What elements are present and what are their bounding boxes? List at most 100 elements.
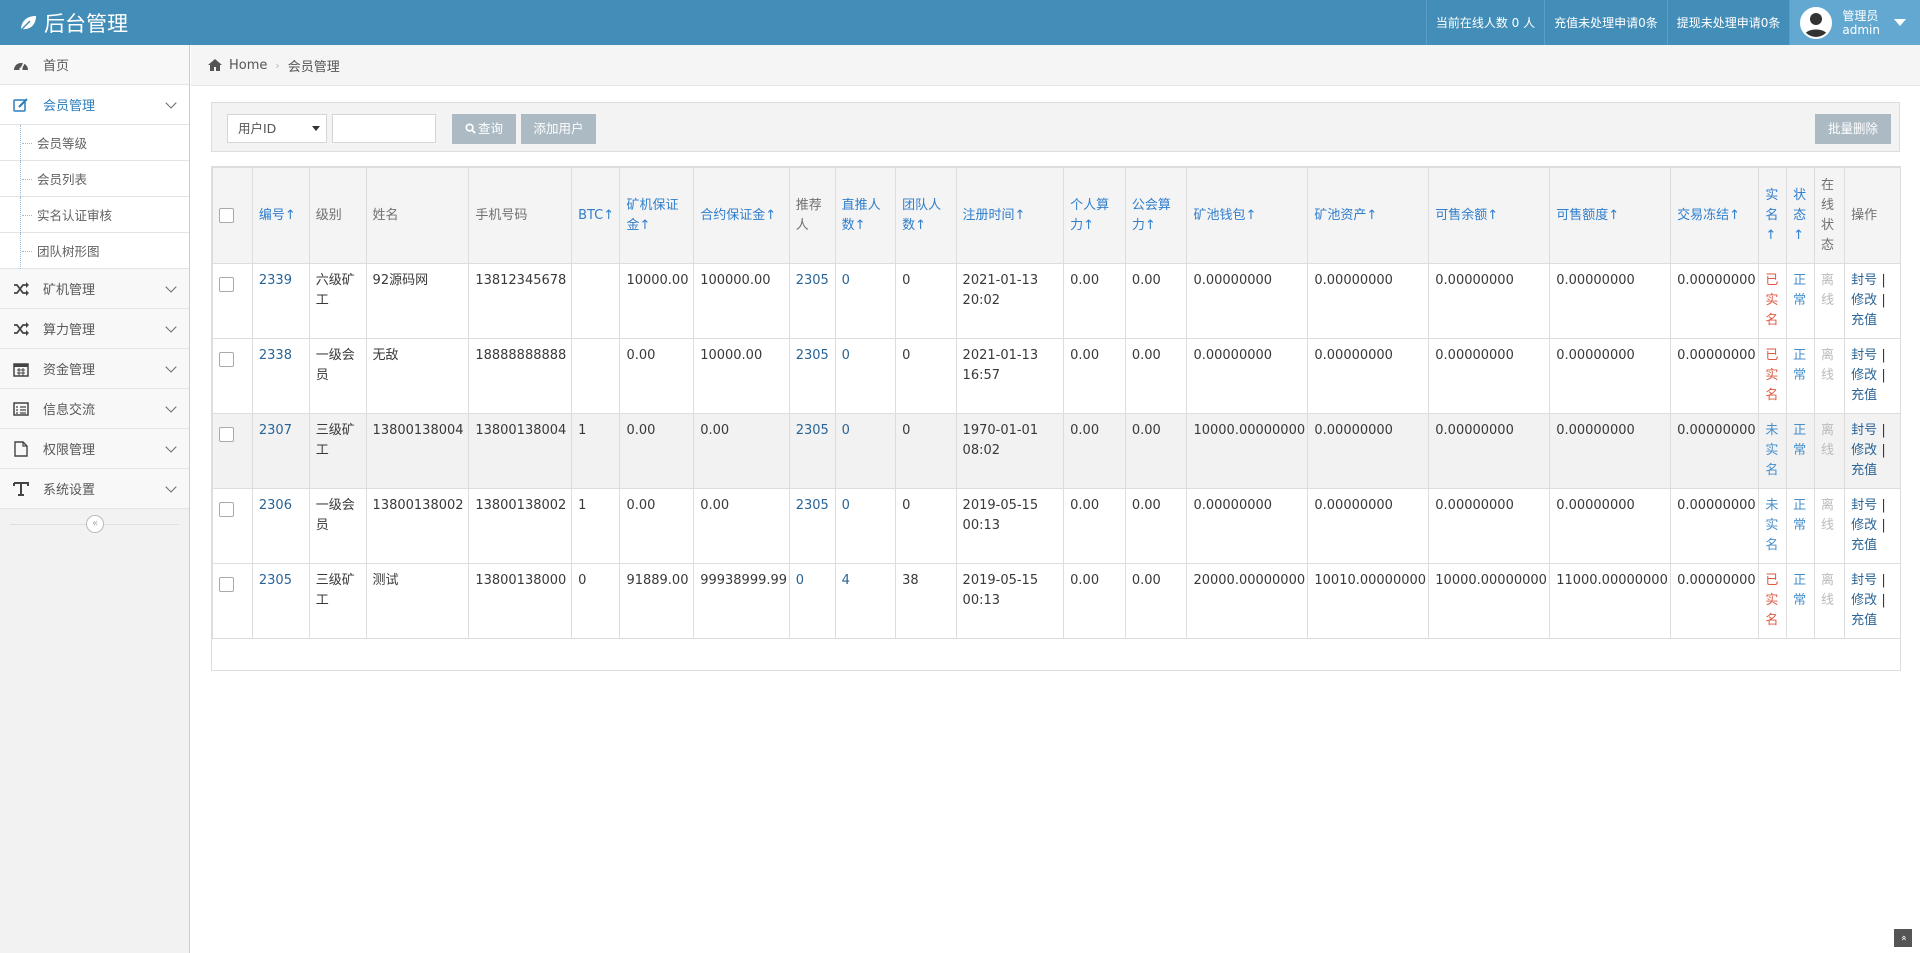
edit-link[interactable]: 修改 [1851,368,1877,383]
row-sellable-quota-cell: 0.00000000 [1549,263,1672,339]
search-input[interactable] [332,114,436,143]
ban-link[interactable]: 封号 [1851,348,1877,363]
ban-link[interactable]: 封号 [1851,573,1877,588]
sidebar-item-hashpower[interactable]: 算力管理 [0,309,189,349]
row-phone-cell: 13800138000 [468,563,573,639]
recharge-pending-stat[interactable]: 充值未处理申请0条 [1544,0,1667,45]
row-referrer-link[interactable]: 2305 [796,273,829,288]
ban-link[interactable]: 封号 [1851,423,1877,438]
row-id-link[interactable]: 2306 [259,498,292,513]
row-id-link[interactable]: 2339 [259,273,292,288]
search-field-select[interactable]: 用户ID [227,114,327,143]
row-level-cell: 三级矿工 [308,413,367,489]
col-header-contract-deposit[interactable]: 合约保证金↑ [693,167,790,264]
col-header-team[interactable]: 团队人数↑ [895,167,957,264]
online-users-stat[interactable]: 当前在线人数 0 人 [1425,0,1544,45]
sidebar-item-permissions[interactable]: 权限管理 [0,429,189,469]
query-button[interactable]: 查询 [452,114,516,144]
edit-link[interactable]: 修改 [1851,593,1877,608]
col-header-btc[interactable]: BTC↑ [571,167,621,264]
row-phone: 18888888888 [475,348,567,363]
sidebar-subitem-member-level[interactable]: 会员等级 [0,125,189,161]
user-menu[interactable]: 管理员 admin [1789,0,1920,45]
row-realname-cell: 已实名 [1758,263,1788,339]
sidebar-item-funds[interactable]: 资金管理 [0,349,189,389]
row-level: 三级矿工 [315,423,355,458]
action-separator: | [1881,368,1886,383]
edit-link[interactable]: 修改 [1851,443,1877,458]
row-name: 13800138004 [372,423,464,438]
row-direct-link[interactable]: 0 [842,348,850,363]
col-header-reg-time[interactable]: 注册时间↑ [955,167,1065,264]
ban-link[interactable]: 封号 [1851,273,1877,288]
col-header-miner-deposit[interactable]: 矿机保证金↑ [619,167,695,264]
row-sellable-quota-cell: 0.00000000 [1549,413,1672,489]
row-status-cell: 正常 [1786,488,1815,564]
row-id-link[interactable]: 2307 [259,423,292,438]
row-direct-link[interactable]: 0 [842,273,850,288]
col-header-direct[interactable]: 直推人数↑ [834,167,897,264]
row-referrer-link[interactable]: 2305 [796,498,829,513]
row-personal-power: 0.00 [1070,573,1100,588]
row-pool-wallet: 0.00000000 [1193,348,1273,363]
row-checkbox[interactable] [219,352,234,367]
col-header-pool-wallet[interactable]: 矿池钱包↑ [1186,167,1309,264]
col-header-sellable-balance[interactable]: 可售余额↑ [1428,167,1551,264]
recharge-link[interactable]: 充值 [1851,463,1877,478]
col-header-pool-assets[interactable]: 矿池资产↑ [1307,167,1430,264]
row-referrer-link[interactable]: 2305 [796,423,829,438]
sidebar-subitem-member-list[interactable]: 会员列表 [0,161,189,197]
col-header-personal-power[interactable]: 个人算力↑ [1063,167,1126,264]
breadcrumb-home-link[interactable]: Home [229,58,267,73]
table-row: 2339 六级矿工 92源码网 13812345678 10000.00 100000.0… [212,263,1901,339]
sidebar-item-label: 资金管理 [43,363,96,378]
row-guild-power: 0.00 [1131,498,1161,513]
row-id-link[interactable]: 2338 [259,348,292,363]
row-personal-power-cell: 0.00 [1063,263,1126,339]
row-checkbox[interactable] [219,502,234,517]
add-user-button[interactable]: 添加用户 [521,114,596,144]
row-sellable-balance: 10000.00000000 [1435,573,1547,588]
recharge-link[interactable]: 充值 [1851,313,1877,328]
row-checkbox[interactable] [219,577,234,592]
select-all-checkbox[interactable] [219,208,234,223]
sidebar-item-messages[interactable]: 信息交流 [0,389,189,429]
action-separator: | [1881,423,1886,438]
col-header-guild-power[interactable]: 公会算力↑ [1124,167,1188,264]
row-referrer-link-cell: 2305 [788,488,836,564]
brand[interactable]: 后台管理 [18,0,128,45]
sidebar-subitem-realname-review[interactable]: 实名认证审核 [0,197,189,233]
edit-link[interactable]: 修改 [1851,518,1877,533]
sidebar-item-settings[interactable]: 系统设置 [0,469,189,509]
row-checkbox[interactable] [219,277,234,292]
row-direct-link[interactable]: 0 [842,423,850,438]
double-chevron-left-icon[interactable]: « [86,515,104,533]
withdraw-pending-stat[interactable]: 提现未处理申请0条 [1666,0,1790,45]
batch-delete-button[interactable]: 批量删除 [1815,114,1891,144]
col-header-sellable-quota[interactable]: 可售额度↑ [1549,167,1672,264]
row-id-link[interactable]: 2305 [259,573,292,588]
row-direct-link[interactable]: 4 [842,573,850,588]
sidebar-subitem-team-tree[interactable]: 团队树形图 [0,233,189,269]
sidebar-item-label: 会员管理 [43,99,96,114]
sidebar-item-home[interactable]: 首页 [0,45,189,85]
row-checkbox[interactable] [219,427,234,442]
col-header-realname[interactable]: 实名↑ [1758,167,1788,264]
col-header-frozen[interactable]: 交易冻结↑ [1670,167,1760,264]
recharge-link[interactable]: 充值 [1851,388,1877,403]
edit-link[interactable]: 修改 [1851,293,1877,308]
recharge-link[interactable]: 充值 [1851,538,1877,553]
row-referrer-link[interactable]: 2305 [796,348,829,363]
scroll-to-top-button[interactable]: « [1894,929,1912,947]
row-direct-link[interactable]: 0 [842,498,850,513]
row-pool-assets: 10010.00000000 [1314,573,1427,588]
ban-link[interactable]: 封号 [1851,498,1877,513]
row-referrer-link[interactable]: 0 [796,573,804,588]
sidebar-item-members[interactable]: 会员管理 [0,85,189,125]
recharge-link[interactable]: 充值 [1851,613,1877,628]
col-header-id[interactable]: 编号↑ [251,167,310,264]
row-pool-wallet-cell: 10000.00000000 [1186,413,1309,489]
row-reg-time-cell: 2019-05-15 00:13 [955,488,1065,564]
sidebar-item-miners[interactable]: 矿机管理 [0,269,189,309]
col-header-status[interactable]: 状态↑ [1786,167,1815,264]
